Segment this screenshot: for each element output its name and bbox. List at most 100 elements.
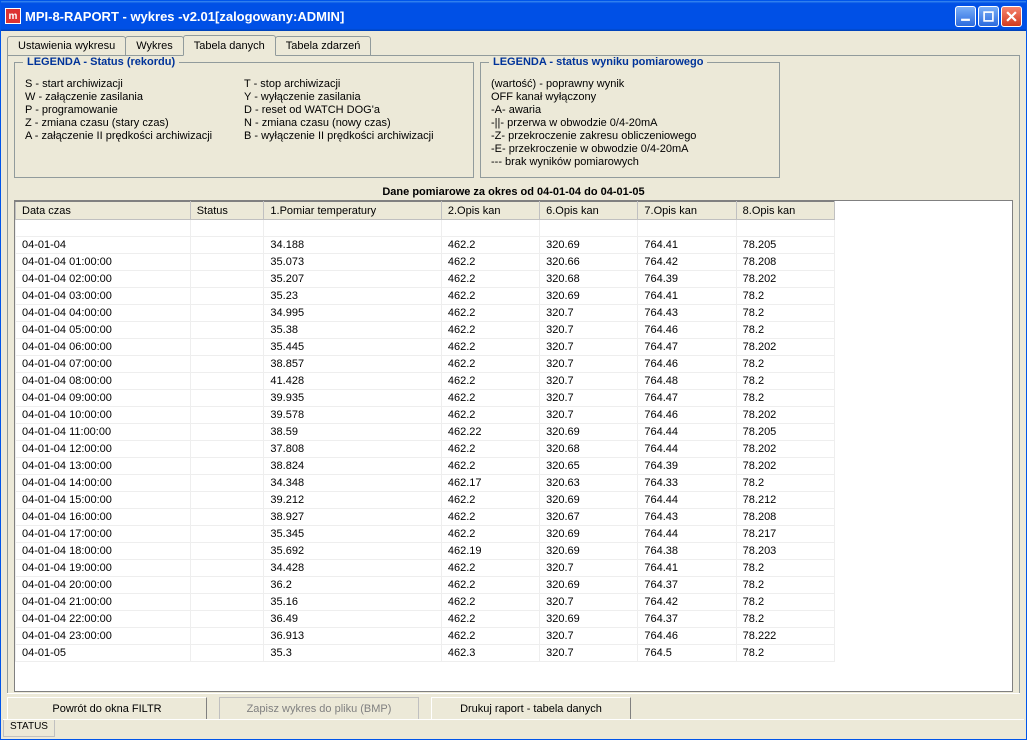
cell-date: 04-01-04 10:00:00 [16,407,191,424]
print-report-button[interactable]: Drukuj raport - tabela danych [431,697,631,720]
table-row[interactable] [16,220,835,237]
table-row[interactable]: 04-01-04 13:00:0038.824462.2320.65764.39… [16,458,835,475]
cell-v7: 764.41 [638,288,736,305]
table-row[interactable]: 04-01-04 02:00:0035.207462.2320.68764.39… [16,271,835,288]
table-row[interactable]: 04-01-04 01:00:0035.073462.2320.66764.42… [16,254,835,271]
table-row[interactable]: 04-01-04 20:00:0036.2462.2320.69764.3778… [16,577,835,594]
tab-wykres[interactable]: Wykres [125,36,184,57]
table-row[interactable]: 04-01-04 12:00:0037.808462.2320.68764.44… [16,441,835,458]
col-header-v1[interactable]: 1.Pomiar temperatury [264,202,441,220]
cell-status [190,475,264,492]
cell-status [190,492,264,509]
cell-status [190,407,264,424]
cell-v2: 462.17 [441,475,539,492]
minimize-button[interactable] [955,6,976,27]
cell-v1: 35.23 [264,288,441,305]
cell-v6: 320.7 [540,560,638,577]
table-row[interactable]: 04-01-04 18:00:0035.692462.19320.69764.3… [16,543,835,560]
tab-tabela-danych[interactable]: Tabela danych [183,35,276,56]
cell-v7: 764.39 [638,458,736,475]
cell-date: 04-01-04 20:00:00 [16,577,191,594]
col-header-v7[interactable]: 7.Opis kan [638,202,736,220]
maximize-button[interactable] [978,6,999,27]
table-row[interactable]: 04-01-04 09:00:0039.935462.2320.7764.477… [16,390,835,407]
cell-v1: 35.38 [264,322,441,339]
col-header-v6[interactable]: 6.Opis kan [540,202,638,220]
tab-ustawienia-wykresu[interactable]: Ustawienia wykresu [7,36,126,57]
cell-status [190,356,264,373]
cell-status [190,611,264,628]
table-row[interactable]: 04-01-0434.188462.2320.69764.4178.205 [16,237,835,254]
cell-status [190,220,264,237]
cell-v2: 462.2 [441,271,539,288]
window-title: MPI-8-RAPORT - wykres -v2.01[zalogowany:… [25,9,344,24]
table-row[interactable]: 04-01-04 06:00:0035.445462.2320.7764.477… [16,339,835,356]
table-row[interactable]: 04-01-04 11:00:0038.59462.22320.69764.44… [16,424,835,441]
cell-v6: 320.69 [540,424,638,441]
back-to-filter-button[interactable]: Powrót do okna FILTR [7,697,207,720]
cell-v7: 764.41 [638,560,736,577]
table-row[interactable]: 04-01-04 15:00:0039.212462.2320.69764.44… [16,492,835,509]
col-header-v8[interactable]: 8.Opis kan [736,202,834,220]
cell-v6: 320.66 [540,254,638,271]
col-header-status[interactable]: Status [190,202,264,220]
legend-measurement-line: -E- przekroczenie w obwodzie 0/4-20mA [491,143,769,155]
cell-v1: 39.212 [264,492,441,509]
cell-date: 04-01-04 23:00:00 [16,628,191,645]
table-row[interactable]: 04-01-04 16:00:0038.927462.2320.67764.43… [16,509,835,526]
cell-v6: 320.7 [540,356,638,373]
legend-measurement-line: -Z- przekroczenie zakresu obliczeniowego [491,130,769,142]
cell-v1: 35.345 [264,526,441,543]
cell-v2: 462.19 [441,543,539,560]
close-button[interactable] [1001,6,1022,27]
cell-v8: 78.202 [736,441,834,458]
cell-status [190,339,264,356]
cell-v2: 462.2 [441,254,539,271]
table-row[interactable]: 04-01-04 17:00:0035.345462.2320.69764.44… [16,526,835,543]
cell-v1 [264,220,441,237]
table-title: Dane pomiarowe za okres od 04-01-04 do 0… [14,186,1013,198]
tab-page-tabela-danych: LEGENDA - Status (rekordu) S - start arc… [7,55,1020,699]
table-row[interactable]: 04-01-04 22:00:0036.49462.2320.69764.377… [16,611,835,628]
data-table-scroll[interactable]: Data czasStatus1.Pomiar temperatury2.Opi… [14,200,1013,692]
col-header-v2[interactable]: 2.Opis kan [441,202,539,220]
cell-v6: 320.69 [540,288,638,305]
cell-v6: 320.7 [540,305,638,322]
cell-v6 [540,220,638,237]
cell-v2: 462.2 [441,611,539,628]
table-row[interactable]: 04-01-04 21:00:0035.16462.2320.7764.4278… [16,594,835,611]
cell-v6: 320.7 [540,628,638,645]
cell-v8: 78.2 [736,475,834,492]
cell-v7: 764.47 [638,339,736,356]
cell-v2: 462.2 [441,492,539,509]
cell-v8: 78.2 [736,560,834,577]
table-row[interactable]: 04-01-04 08:00:0041.428462.2320.7764.487… [16,373,835,390]
cell-v1: 34.428 [264,560,441,577]
cell-v8: 78.217 [736,526,834,543]
table-row[interactable]: 04-01-04 04:00:0034.995462.2320.7764.437… [16,305,835,322]
cell-v8: 78.2 [736,594,834,611]
table-row[interactable]: 04-01-04 07:00:0038.857462.2320.7764.467… [16,356,835,373]
cell-status [190,424,264,441]
cell-v2: 462.2 [441,390,539,407]
table-row[interactable]: 04-01-04 14:00:0034.348462.17320.63764.3… [16,475,835,492]
table-row[interactable]: 04-01-04 03:00:0035.23462.2320.69764.417… [16,288,835,305]
legend-status-line: P - programowanie [25,104,244,116]
cell-v2: 462.2 [441,594,539,611]
status-text: STATUS [3,720,55,737]
table-row[interactable]: 04-01-04 23:00:0036.913462.2320.7764.467… [16,628,835,645]
cell-v2: 462.2 [441,237,539,254]
cell-status [190,577,264,594]
tab-tabela-zdarze-[interactable]: Tabela zdarzeń [275,36,372,57]
cell-v2: 462.2 [441,509,539,526]
col-header-date[interactable]: Data czas [16,202,191,220]
cell-v1: 39.578 [264,407,441,424]
table-row[interactable]: 04-01-0535.3462.3320.7764.578.2 [16,645,835,662]
cell-status [190,628,264,645]
cell-status [190,373,264,390]
table-row[interactable]: 04-01-04 19:00:0034.428462.2320.7764.417… [16,560,835,577]
table-row[interactable]: 04-01-04 05:00:0035.38462.2320.7764.4678… [16,322,835,339]
cell-date: 04-01-04 06:00:00 [16,339,191,356]
table-row[interactable]: 04-01-04 10:00:0039.578462.2320.7764.467… [16,407,835,424]
cell-v6: 320.7 [540,645,638,662]
